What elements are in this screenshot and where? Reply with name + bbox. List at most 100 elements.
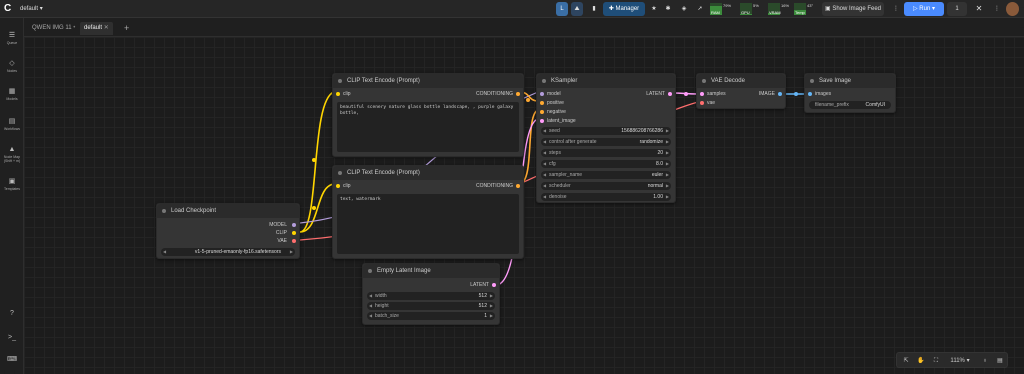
arrow-left-icon[interactable]: ◀ <box>543 160 546 168</box>
input-slot-negative[interactable] <box>540 110 544 114</box>
close-icon[interactable]: ✕ <box>974 2 984 16</box>
input-slot-latent-image[interactable] <box>540 119 544 123</box>
arrow-right-icon[interactable]: ▶ <box>290 248 293 256</box>
output-slot-conditioning[interactable] <box>516 92 520 96</box>
show-image-feed-button[interactable]: ▣ Show Image Feed <box>822 2 884 16</box>
ksampler-node[interactable]: KSampler model positive negative latent_… <box>536 73 676 203</box>
node-title[interactable]: Empty Latent Image <box>363 264 499 278</box>
save-image-node[interactable]: Save Image images filename_prefix ComfyU… <box>804 73 896 113</box>
arrow-left-icon[interactable]: ◀ <box>369 302 372 310</box>
node-title[interactable]: Save Image <box>805 74 895 88</box>
arrow-right-icon[interactable]: ▶ <box>666 171 669 179</box>
arrow-left-icon[interactable]: ◀ <box>543 138 546 146</box>
star-icon[interactable]: ★ <box>649 2 659 16</box>
keyboard-button[interactable]: ⌨ <box>0 352 24 374</box>
sidebar-item-node-map[interactable]: ▲ Node Map (Shift + m) <box>0 142 24 170</box>
bookmark-icon[interactable]: ▮ <box>589 2 599 16</box>
settings-icon[interactable]: ⋮ <box>890 2 902 16</box>
load-checkpoint-node[interactable]: Load Checkpoint MODEL CLIP VAE ◀ v1-5-pr… <box>156 203 300 259</box>
select-icon[interactable]: ⇱ <box>900 355 912 367</box>
arrow-right-icon[interactable]: ▶ <box>666 127 669 135</box>
layout-icon[interactable]: L <box>556 2 568 16</box>
sidebar-item-queue[interactable]: ☰ Queue <box>0 28 24 56</box>
arrow-left-icon[interactable]: ◀ <box>543 182 546 190</box>
arrow-right-icon[interactable]: ▶ <box>666 193 669 201</box>
ckpt-name-widget[interactable]: ◀ v1-5-pruned-emaonly-fp16.safetensors ▶ <box>161 248 295 256</box>
control-after-generate-widget[interactable]: ◀ control after generate randomize ▶ <box>541 138 671 146</box>
output-slot-model[interactable] <box>292 223 296 227</box>
arrow-right-icon[interactable]: ▶ <box>666 182 669 190</box>
fit-view-icon[interactable]: ⛶ <box>930 355 942 367</box>
scheduler-widget[interactable]: ◀ scheduler normal ▶ <box>541 182 671 190</box>
node-title[interactable]: VAE Decode <box>697 74 785 88</box>
clip-text-encode-negative-node[interactable]: CLIP Text Encode (Prompt) clip CONDITION… <box>332 165 524 259</box>
comfy-logo-icon[interactable]: C <box>4 2 16 16</box>
sidebar-item-models[interactable]: ▦ Models <box>0 84 24 112</box>
new-tab-button[interactable]: + <box>120 22 133 35</box>
manager-button[interactable]: ✚ Manager <box>603 2 645 16</box>
avatar[interactable] <box>1006 2 1019 16</box>
output-slot-vae[interactable] <box>292 239 296 243</box>
arrow-right-icon[interactable]: ▶ <box>666 149 669 157</box>
input-slot-positive[interactable] <box>540 101 544 105</box>
output-slot-latent[interactable] <box>492 283 496 287</box>
arrow-right-icon[interactable]: ▶ <box>490 302 493 310</box>
filename-prefix-widget[interactable]: filename_prefix ComfyUI <box>809 101 891 109</box>
denoise-widget[interactable]: ◀ denoise 1.00 ▶ <box>541 193 671 201</box>
arrow-left-icon[interactable]: ◀ <box>163 248 166 256</box>
node-title[interactable]: KSampler <box>537 74 675 88</box>
arrow-right-icon[interactable]: ▶ <box>490 292 493 300</box>
arrow-left-icon[interactable]: ◀ <box>543 127 546 135</box>
arrow-right-icon[interactable]: ▶ <box>490 312 493 320</box>
node-title[interactable]: Load Checkpoint <box>157 204 299 218</box>
share-icon[interactable]: ➚ <box>695 2 705 16</box>
hand-icon[interactable]: ✋ <box>915 355 927 367</box>
arrow-right-icon[interactable]: ▶ <box>666 138 669 146</box>
sidebar-item-nodes[interactable]: ◇ Nodes <box>0 56 24 84</box>
zoom-control[interactable]: 111% ▾ <box>947 355 973 367</box>
input-slot-clip[interactable] <box>336 92 340 96</box>
seed-widget[interactable]: ◀ seed 156886208766286 ▶ <box>541 127 671 135</box>
input-slot-vae[interactable] <box>700 101 704 105</box>
output-slot-conditioning[interactable] <box>516 184 520 188</box>
node-title[interactable]: CLIP Text Encode (Prompt) <box>333 166 523 180</box>
width-widget[interactable]: ◀ width 512 ▶ <box>367 292 495 300</box>
output-slot-clip[interactable] <box>292 231 296 235</box>
puzzle-icon[interactable]: ✱ <box>663 2 673 16</box>
batch-size-widget[interactable]: ◀ batch_size 1 ▶ <box>367 312 495 320</box>
steps-widget[interactable]: ◀ steps 20 ▶ <box>541 149 671 157</box>
gamepad-icon[interactable]: ◈ <box>679 2 689 16</box>
workflow-menu[interactable]: default ▾ <box>20 2 64 16</box>
arrow-left-icon[interactable]: ◀ <box>369 312 372 320</box>
tab-qwen-img[interactable]: QWEN IMG 11 • <box>28 22 79 35</box>
lightbulb-icon[interactable]: ♁ <box>979 355 991 367</box>
clip-text-encode-positive-node[interactable]: CLIP Text Encode (Prompt) clip CONDITION… <box>332 73 524 157</box>
vae-decode-node[interactable]: VAE Decode samples vae IMAGE <box>696 73 786 109</box>
output-slot-image[interactable] <box>778 92 782 96</box>
image-icon[interactable]: ⛰ <box>571 2 583 16</box>
arrow-left-icon[interactable]: ◀ <box>543 193 546 201</box>
input-slot-images[interactable] <box>808 92 812 96</box>
node-title[interactable]: CLIP Text Encode (Prompt) <box>333 74 523 88</box>
run-button[interactable]: ▷ Run ▾ <box>904 2 944 16</box>
empty-latent-image-node[interactable]: Empty Latent Image LATENT ◀ width 512 ▶ … <box>362 263 500 325</box>
prompt-textarea[interactable]: beautiful scenery nature glass bottle la… <box>337 102 519 152</box>
minimap-icon[interactable]: ▤ <box>994 355 1006 367</box>
input-slot-model[interactable] <box>540 92 544 96</box>
arrow-left-icon[interactable]: ◀ <box>543 171 546 179</box>
sampler-name-widget[interactable]: ◀ sampler_name euler ▶ <box>541 171 671 179</box>
sidebar-item-workflows[interactable]: ▤ Workflows <box>0 114 24 142</box>
arrow-right-icon[interactable]: ▶ <box>666 160 669 168</box>
output-slot-latent[interactable] <box>668 92 672 96</box>
prompt-textarea[interactable]: text, watermark <box>337 194 519 254</box>
input-slot-clip[interactable] <box>336 184 340 188</box>
queue-count-stepper[interactable]: 1 <box>947 2 967 16</box>
arrow-left-icon[interactable]: ◀ <box>543 149 546 157</box>
arrow-left-icon[interactable]: ◀ <box>369 292 372 300</box>
height-widget[interactable]: ◀ height 512 ▶ <box>367 302 495 310</box>
cfg-widget[interactable]: ◀ cfg 8.0 ▶ <box>541 160 671 168</box>
menu-icon[interactable]: ⋮ <box>992 2 1002 16</box>
close-icon[interactable]: ✕ <box>104 25 109 31</box>
tab-default[interactable]: default ✕ <box>80 22 113 35</box>
sidebar-item-templates[interactable]: ▣ Templates <box>0 174 24 202</box>
